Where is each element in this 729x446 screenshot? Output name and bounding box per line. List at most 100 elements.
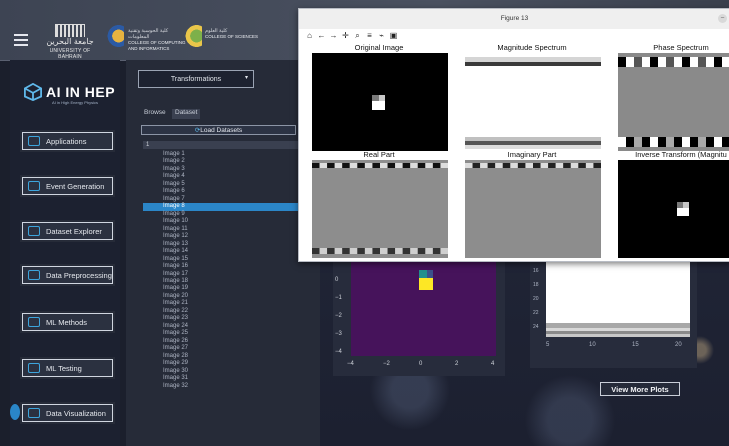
tab-dataset[interactable]: Dataset [172, 109, 201, 119]
list-item[interactable]: Image 25 [143, 330, 303, 337]
list-item[interactable]: Image 11 [143, 226, 303, 233]
nav-item-icon [28, 317, 40, 327]
close-icon[interactable]: – [718, 14, 727, 23]
list-item[interactable]: Image 31 [143, 375, 303, 382]
tick-label: 22 [533, 310, 539, 316]
tick-label: 24 [533, 324, 539, 330]
list-item[interactable]: Image 17 [143, 271, 303, 278]
list-item[interactable]: Image 10 [143, 218, 303, 225]
tick-label: −2 [383, 361, 391, 367]
tab-browse[interactable]: Browse [141, 109, 169, 119]
transform-select[interactable]: Transformations ▾ [138, 70, 254, 88]
heatmap-plot: 0 −1 −2 −3 −4 −4 −2 0 2 4 [335, 258, 496, 367]
list-item[interactable]: Image 7 [143, 196, 303, 203]
list-item[interactable]: Image 29 [143, 360, 303, 367]
subplot-title-original: Original Image [354, 43, 404, 52]
nav-item-label: Data Visualization [46, 408, 106, 418]
nav-data-visualization-button[interactable]: Data Visualization [22, 404, 113, 422]
college-computing-label: كلية الحوسبة وتقنية المعلومات COLLEGE OF… [128, 28, 186, 51]
list-item[interactable]: Image 3 [143, 166, 303, 173]
list-item[interactable]: Image 28 [143, 353, 303, 360]
nav-item-label: Data Preprocessing [46, 270, 112, 280]
inverse-transform-plot [618, 160, 729, 258]
list-item[interactable]: Image 19 [143, 285, 303, 292]
subplot-title-inverse: Inverse Transform (Magnitu [635, 150, 727, 159]
list-item[interactable]: Image 13 [143, 241, 303, 248]
list-item[interactable]: Image 32 [143, 383, 303, 390]
tick-label: 2 [455, 361, 459, 367]
magnitude-spectrum-plot [465, 53, 601, 151]
list-item[interactable]: Image 4 [143, 173, 303, 180]
tick-label: 20 [675, 342, 682, 348]
list-item[interactable]: Image 12 [143, 233, 303, 240]
list-item[interactable]: Image 22 [143, 308, 303, 315]
nav-event-generation-button[interactable]: Event Generation [22, 177, 113, 195]
forward-icon[interactable]: → [329, 31, 338, 41]
back-icon[interactable]: ← [317, 31, 326, 41]
list-item[interactable]: Image 8 [143, 203, 303, 211]
tick-label: −2 [335, 313, 343, 319]
list-item[interactable]: Image 20 [143, 293, 303, 300]
list-item[interactable]: Image 14 [143, 248, 303, 255]
figure-window: Figure 13 – ⌂ ← → ✛ ⌕ ≡ ⌁ ▣ Original Ima… [298, 8, 729, 262]
list-item[interactable]: Image 21 [143, 300, 303, 307]
pan-icon[interactable]: ✛ [341, 31, 350, 41]
list-item[interactable]: Image 30 [143, 368, 303, 375]
spectrum-plot: 16 18 20 22 24 5 10 15 20 [533, 258, 690, 348]
college-sciences-seal-icon [184, 23, 202, 49]
nav-dataset-explorer-button[interactable]: Dataset Explorer [22, 222, 113, 240]
heatmap-plot-card: 0 −1 −2 −3 −4 −4 −2 0 2 4 [333, 258, 505, 376]
nav-item-icon [28, 363, 40, 373]
nav-item-icon [28, 270, 40, 280]
brand-title: AI IN HEP [46, 84, 116, 100]
edit-axes-icon[interactable]: ⌁ [377, 31, 386, 41]
list-item[interactable]: Image 9 [143, 211, 303, 218]
brand: AI IN HEP AI in High Energy Physics [22, 80, 122, 120]
list-item[interactable]: Image 24 [143, 323, 303, 330]
university-logo: جامعة البحرين UNIVERSITY OF BAHRAIN [45, 24, 95, 60]
nav-item-label: Applications [46, 136, 87, 146]
tick-label: 4 [491, 361, 495, 367]
home-icon[interactable]: ⌂ [305, 31, 314, 41]
tick-label: 0 [335, 277, 339, 283]
subplot-title-magnitude: Magnitude Spectrum [497, 43, 567, 52]
list-item[interactable]: Image 2 [143, 158, 303, 165]
nav-ml-methods-button[interactable]: ML Methods [22, 313, 113, 331]
nav-ml-testing-button[interactable]: ML Testing [22, 359, 113, 377]
chevron-down-icon: ▾ [244, 75, 248, 81]
tick-label: 16 [533, 268, 539, 274]
tick-label: 5 [546, 342, 550, 348]
list-item[interactable]: Image 1 [143, 151, 303, 158]
tick-label: 18 [533, 282, 539, 288]
load-datasets-button[interactable]: ⟳Load Datasets [141, 125, 296, 135]
real-part-plot [312, 160, 448, 258]
nav-item-icon [28, 226, 40, 236]
nav-data-preprocessing-button[interactable]: Data Preprocessing [22, 266, 113, 284]
list-item[interactable]: Image 26 [143, 338, 303, 345]
configure-icon[interactable]: ≡ [365, 31, 374, 41]
list-item[interactable]: Image 18 [143, 278, 303, 285]
list-item[interactable]: Image 23 [143, 315, 303, 322]
save-icon[interactable]: ▣ [389, 31, 398, 41]
nav-item-label: ML Testing [46, 363, 82, 373]
nav-item-icon [28, 408, 40, 418]
original-image-plot [312, 53, 448, 151]
zoom-icon[interactable]: ⌕ [353, 31, 362, 41]
list-item[interactable]: Image 15 [143, 256, 303, 263]
tick-label: −1 [335, 295, 343, 301]
nav-applications-button[interactable]: Applications [22, 132, 113, 150]
list-item[interactable]: Image 6 [143, 188, 303, 195]
view-more-plots-button[interactable]: View More Plots [600, 382, 680, 396]
nav-item-label: Dataset Explorer [46, 226, 102, 236]
spectrum-plot-card: 16 18 20 22 24 5 10 15 20 [530, 258, 697, 368]
tick-label: −4 [347, 361, 355, 367]
list-item[interactable]: Image 16 [143, 263, 303, 270]
active-indicator [10, 404, 20, 420]
college-computing-seal-icon [106, 23, 124, 49]
image-list: Image 1 Image 2 Image 3 Image 4 Image 5 Image… [143, 151, 303, 390]
list-item[interactable]: Image 5 [143, 181, 303, 188]
cube-logo-icon [24, 83, 42, 101]
menu-icon[interactable] [14, 34, 28, 49]
list-item[interactable]: Image 27 [143, 345, 303, 352]
nav-item-icon [28, 181, 40, 191]
